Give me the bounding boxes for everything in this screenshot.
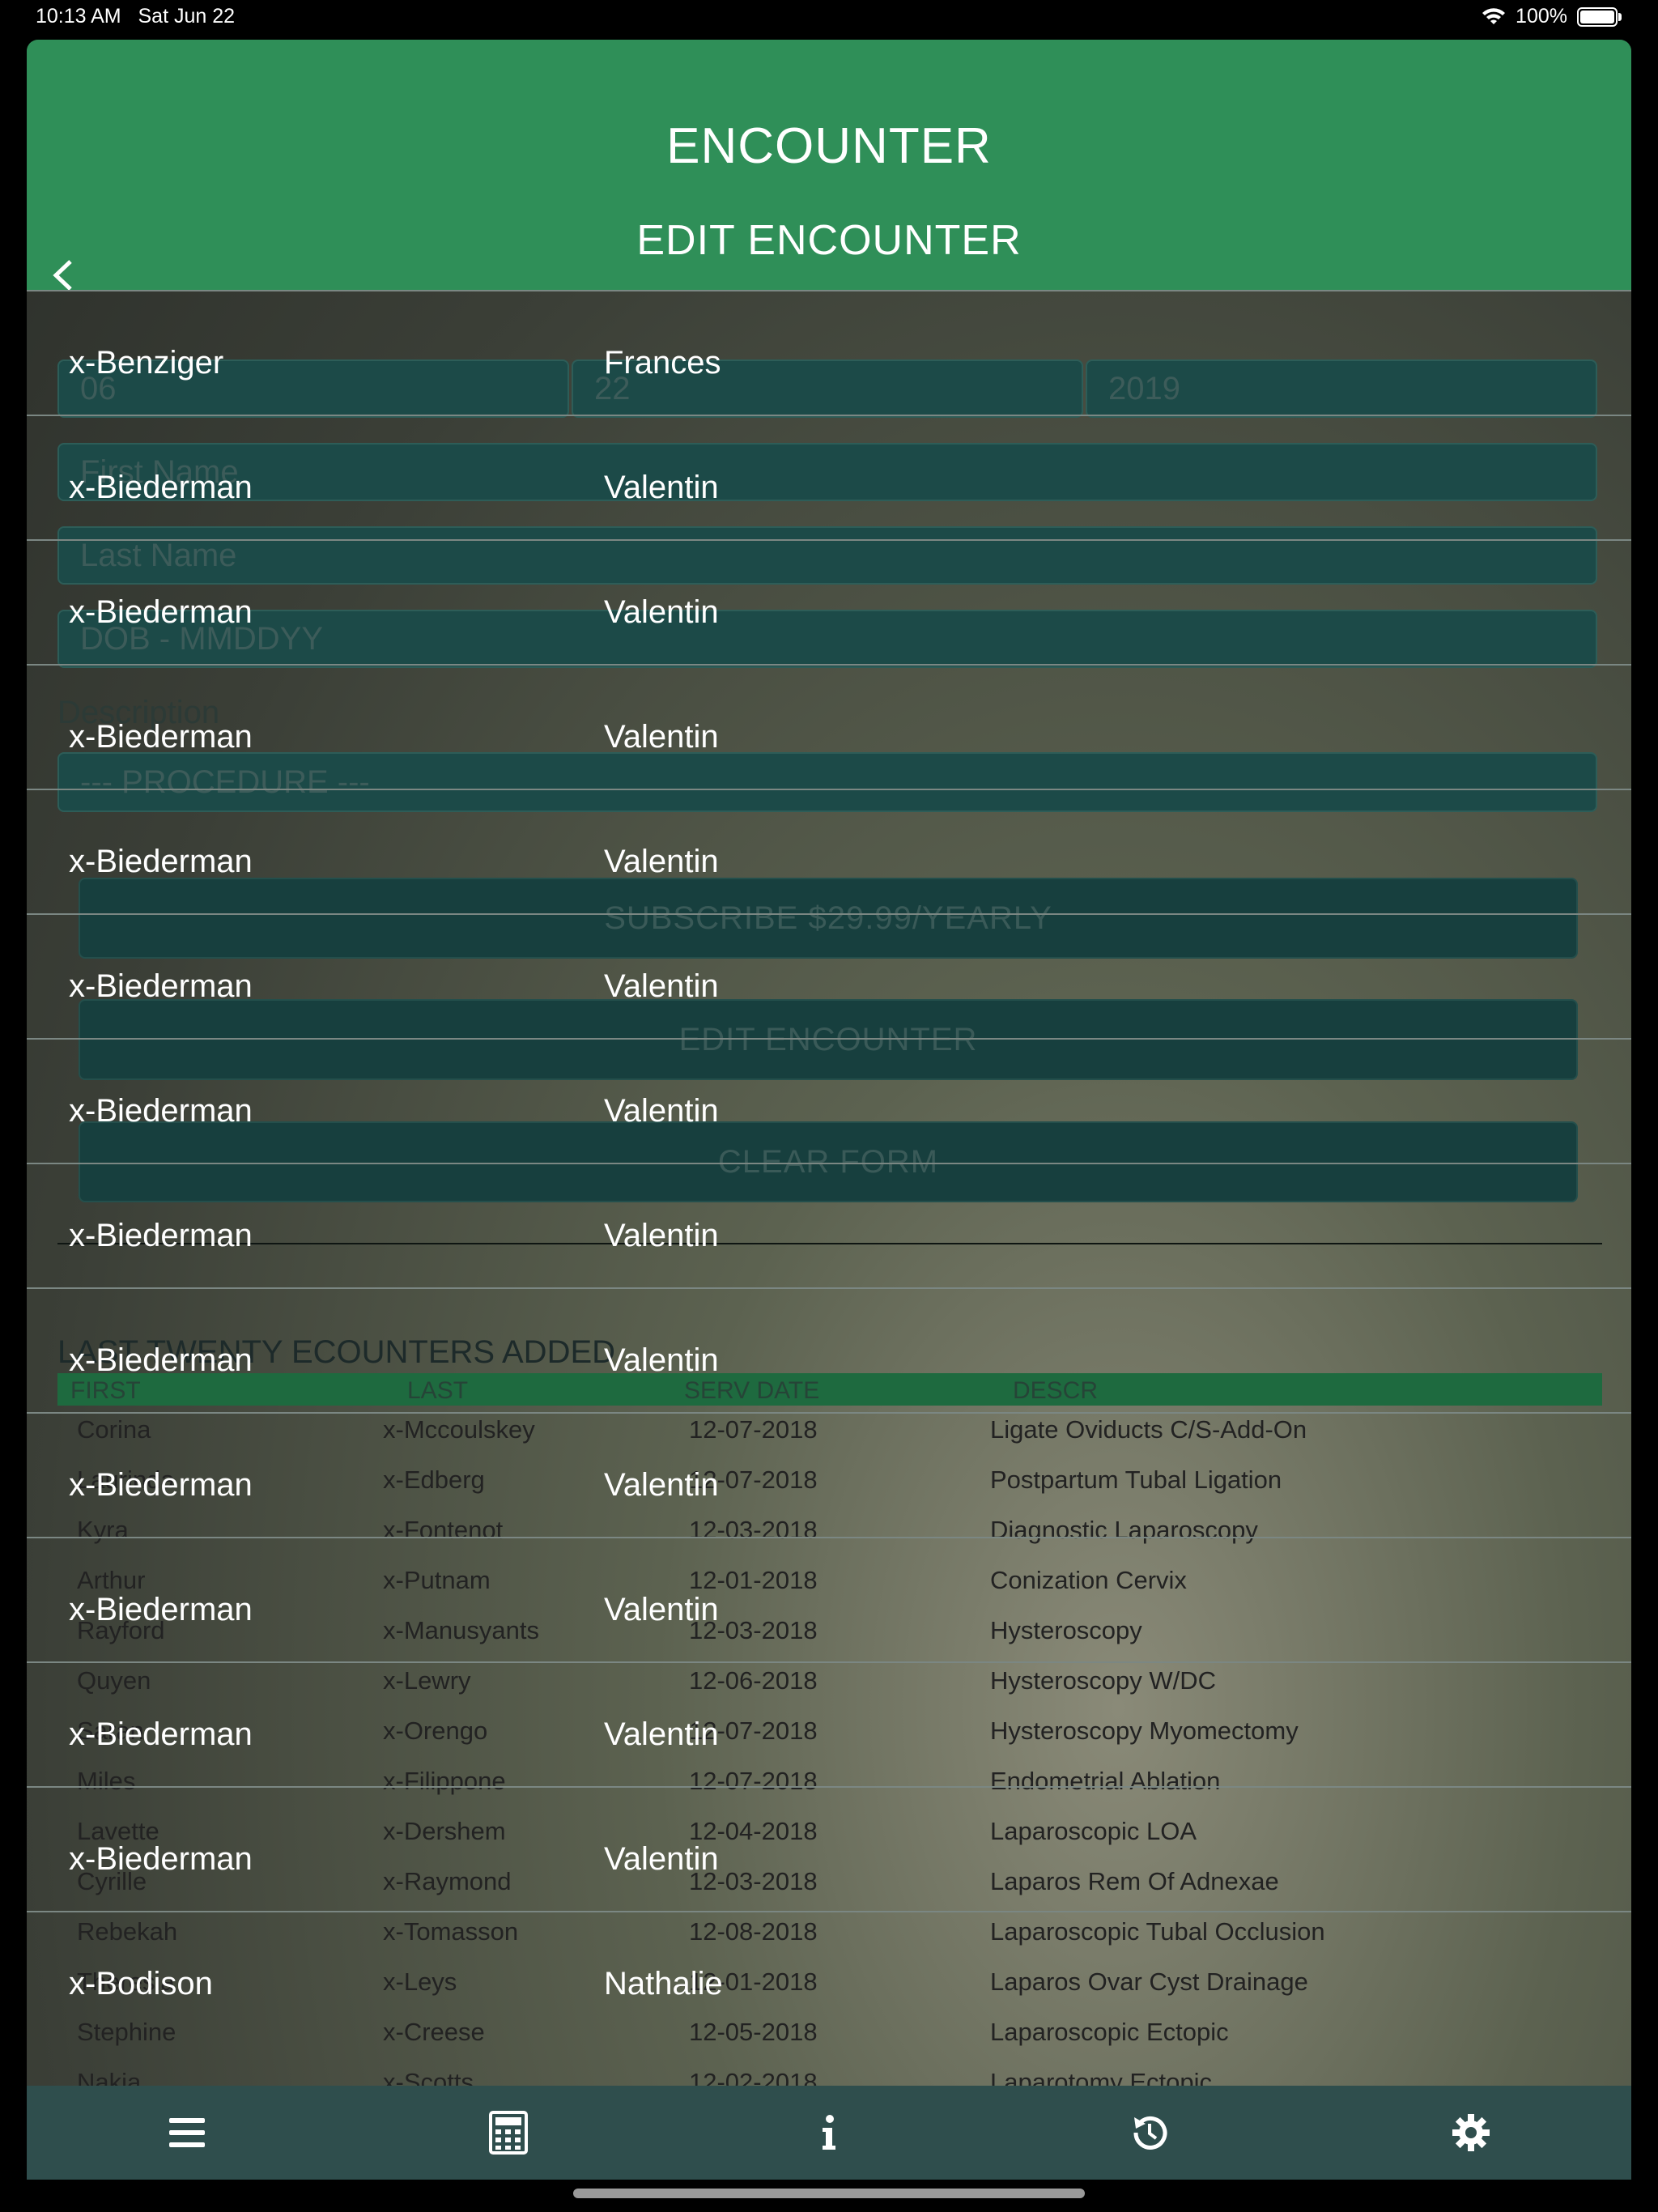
info-icon xyxy=(822,2115,835,2150)
status-time-date: 10:13 AM Sat Jun 22 xyxy=(36,5,235,28)
patient-first-name: Valentin xyxy=(604,1841,719,1877)
patient-suggestion-item[interactable]: x-Biederman Valentin xyxy=(27,1661,1631,1788)
tab-menu[interactable] xyxy=(138,2100,236,2165)
patient-first-name: Valentin xyxy=(604,1093,719,1129)
patient-last-name: x-Biederman xyxy=(69,1592,253,1627)
patient-suggestion-item[interactable]: x-Biederman Valentin xyxy=(27,789,1631,915)
menu-icon xyxy=(169,2118,206,2147)
patient-suggestion-item[interactable]: x-Bodison Nathalie xyxy=(27,1911,1631,2037)
patient-last-name: x-Biederman xyxy=(69,1218,253,1253)
tab-bar xyxy=(27,2086,1631,2180)
patient-suggestion-item[interactable]: x-Benziger Frances xyxy=(27,290,1631,416)
calculator-icon xyxy=(488,2111,528,2155)
patient-last-name: x-Biederman xyxy=(69,1841,253,1877)
status-time: 10:13 AM xyxy=(36,5,121,28)
header: ENCOUNTER EDIT ENCOUNTER xyxy=(27,40,1631,291)
history-icon xyxy=(1133,2116,1167,2150)
patient-suggestion-item[interactable]: x-Biederman Valentin xyxy=(27,1038,1631,1164)
home-indicator[interactable] xyxy=(573,2189,1085,2198)
patient-suggestion-item[interactable]: x-Biederman Valentin xyxy=(27,913,1631,1040)
patient-first-name: Valentin xyxy=(604,470,719,505)
patient-last-name: x-Biederman xyxy=(69,1342,253,1378)
battery-icon xyxy=(1577,6,1622,27)
tab-info[interactable] xyxy=(780,2100,878,2165)
patient-suggestion-item[interactable]: x-Biederman Valentin xyxy=(27,1412,1631,1538)
patient-suggestion-item[interactable]: x-Biederman Valentin xyxy=(27,415,1631,541)
patient-last-name: x-Biederman xyxy=(69,594,253,630)
patient-first-name: Nathalie xyxy=(604,1966,723,2001)
patient-last-name: x-Biederman xyxy=(69,1093,253,1129)
patient-first-name: Frances xyxy=(604,345,721,381)
status-date: Sat Jun 22 xyxy=(138,5,236,28)
patient-suggestion-item[interactable]: x-Biederman Valentin xyxy=(27,1287,1631,1414)
patient-suggestion-item[interactable]: x-Biederman Valentin xyxy=(27,1163,1631,1289)
gear-icon xyxy=(1452,2114,1490,2151)
patient-first-name: Valentin xyxy=(604,1592,719,1627)
battery-percent: 100% xyxy=(1516,5,1567,28)
patient-last-name: x-Bodison xyxy=(69,1966,213,2001)
patient-first-name: Valentin xyxy=(604,1218,719,1253)
tab-calculator[interactable] xyxy=(460,2100,557,2165)
status-right: 100% xyxy=(1482,5,1622,28)
patient-first-name: Valentin xyxy=(604,1467,719,1503)
patient-last-name: x-Biederman xyxy=(69,719,253,755)
patient-last-name: x-Biederman xyxy=(69,1716,253,1752)
patient-first-name: Valentin xyxy=(604,1716,719,1752)
patient-suggestion-item[interactable]: x-Biederman Valentin xyxy=(27,539,1631,666)
patient-last-name: x-Biederman xyxy=(69,1467,253,1503)
patient-first-name: Valentin xyxy=(604,719,719,755)
page-subtitle: EDIT ENCOUNTER xyxy=(636,217,1022,264)
patient-suggestion-item[interactable]: x-Biederman Valentin xyxy=(27,664,1631,790)
patient-last-name: x-Benziger xyxy=(69,345,224,381)
patient-first-name: Valentin xyxy=(604,844,719,879)
patient-first-name: Valentin xyxy=(604,594,719,630)
patient-first-name: Valentin xyxy=(604,968,719,1004)
patient-suggestion-item[interactable]: x-Biederman Valentin xyxy=(27,1537,1631,1663)
patient-last-name: x-Biederman xyxy=(69,968,253,1004)
wifi-icon xyxy=(1482,7,1506,24)
patient-last-name: x-Biederman xyxy=(69,470,253,505)
status-bar: 10:13 AM Sat Jun 22 100% xyxy=(0,0,1658,37)
patient-first-name: Valentin xyxy=(604,1342,719,1378)
patient-suggestion-item[interactable]: x-Biederman Valentin xyxy=(27,1786,1631,1912)
page-title: ENCOUNTER xyxy=(666,118,992,174)
patient-last-name: x-Biederman xyxy=(69,844,253,879)
tab-history[interactable] xyxy=(1101,2100,1198,2165)
tab-settings[interactable] xyxy=(1422,2100,1520,2165)
